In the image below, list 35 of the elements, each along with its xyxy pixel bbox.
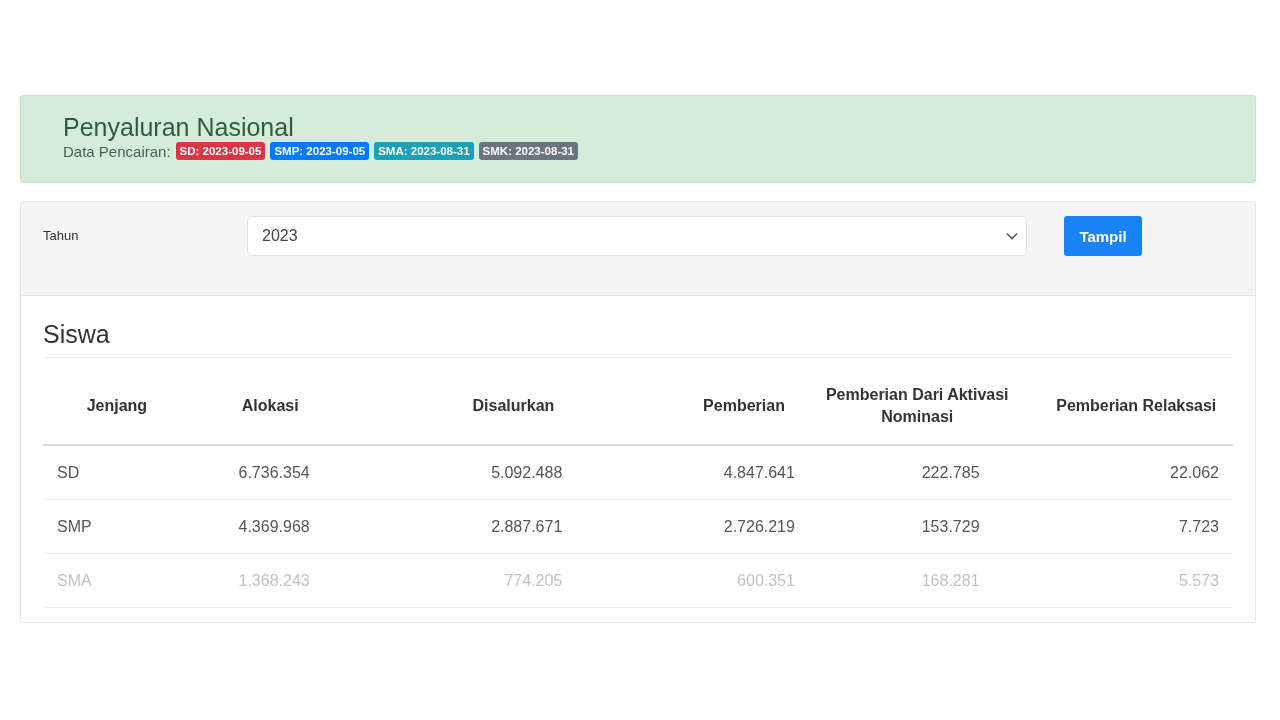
- chevron-down-icon: [1006, 232, 1018, 240]
- section-title: Siswa: [43, 320, 1233, 358]
- date-badge: SMP: 2023-09-05: [270, 142, 370, 160]
- date-badge: SD: 2023-09-05: [175, 142, 266, 160]
- table-cell: 6.736.354: [190, 445, 350, 500]
- column-header: Pemberian Relaksasi: [1039, 368, 1233, 445]
- table-cell: 5.092.488: [349, 445, 581, 500]
- table-cell: 2.887.671: [349, 499, 581, 554]
- column-header: Jenjang: [43, 368, 191, 445]
- table-cell: 5.573: [1039, 553, 1233, 608]
- page-title: Penyaluran Nasional: [63, 112, 295, 142]
- column-header: Pemberian Dari Aktivasi Nominasi: [794, 368, 1040, 445]
- table-cell: 7.723: [1039, 499, 1233, 554]
- table-cell: 168.281: [794, 553, 1040, 608]
- table-cell: 4.369.968: [190, 499, 350, 554]
- data-label: Data Pencairan:: [63, 142, 171, 160]
- table-cell: 774.205: [349, 553, 581, 608]
- year-select[interactable]: 2023: [247, 216, 1027, 256]
- show-button[interactable]: Tampil: [1064, 216, 1142, 256]
- table-cell: 600.351: [580, 553, 795, 608]
- table-cell: 22.062: [1039, 445, 1233, 500]
- column-header: Pemberian: [580, 368, 795, 445]
- table-cell: SMA: [43, 553, 191, 608]
- table-cell: 222.785: [794, 445, 1040, 500]
- table-cell: SMP: [43, 499, 191, 554]
- table-cell: 153.729: [794, 499, 1040, 554]
- column-header: Disalurkan: [349, 368, 581, 445]
- field-label: Tahun: [43, 227, 80, 243]
- table-cell: SD: [43, 445, 191, 500]
- date-badge: SMK: 2023-08-31: [478, 142, 578, 160]
- column-header: Alokasi: [190, 368, 350, 445]
- table-cell: 4.847.641: [580, 445, 795, 500]
- table-cell: 1.368.243: [190, 553, 350, 608]
- table-cell: 2.726.219: [580, 499, 795, 554]
- date-badge: SMA: 2023-08-31: [374, 142, 474, 160]
